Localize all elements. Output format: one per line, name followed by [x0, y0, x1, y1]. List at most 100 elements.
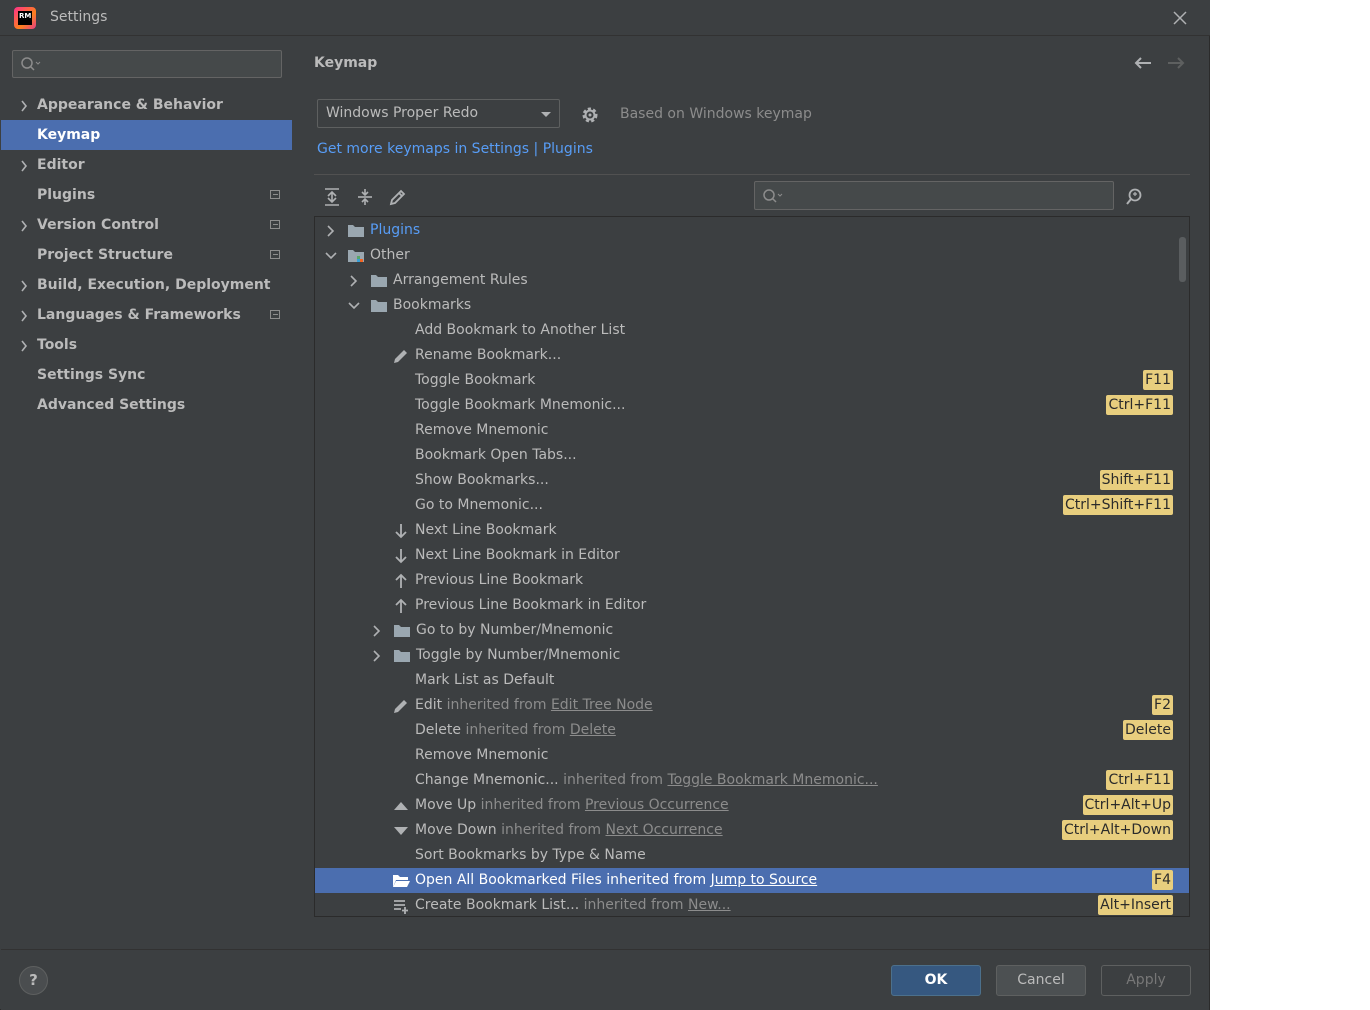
chevron-right-icon[interactable] [20, 220, 28, 232]
tree-action-row[interactable]: Move Down inherited from Next Occurrence… [315, 818, 1189, 843]
tree-action-row[interactable]: Next Line Bookmark [315, 518, 1189, 543]
tree-action-row[interactable]: Toggle Bookmark F11 [315, 368, 1189, 393]
tree-group-row[interactable]: Toggle by Number/Mnemonic [315, 643, 1189, 668]
action-label: Go to by Number/Mnemonic [416, 618, 613, 643]
collapse-all-icon[interactable] [355, 187, 375, 207]
tree-action-row[interactable]: Change Mnemonic... inherited from Toggle… [315, 768, 1189, 793]
chevron-right-icon[interactable] [20, 340, 28, 352]
sidebar-item-settings-sync[interactable]: Settings Sync [1, 360, 292, 390]
sidebar-item-tools[interactable]: Tools [1, 330, 292, 360]
action-name: Mark List as Default [415, 672, 555, 688]
shortcut-badge: F2 [1152, 695, 1173, 715]
inherited-action-link[interactable]: Jump to Source [711, 872, 818, 888]
chevron-down-icon[interactable] [348, 300, 360, 312]
action-name: Open All Bookmarked Files [415, 872, 602, 888]
arrow-down-icon [395, 524, 407, 539]
tree-group-row[interactable]: Arrangement Rules [315, 268, 1189, 293]
tree-action-row[interactable]: Create Bookmark List... inherited from N… [315, 893, 1189, 916]
page-title: Keymap [314, 55, 378, 71]
search-icon [763, 189, 783, 203]
sidebar-search-input[interactable] [12, 50, 282, 78]
action-label: Toggle Bookmark Mnemonic... [415, 393, 625, 418]
tree-action-row[interactable]: Rename Bookmark... [315, 343, 1189, 368]
chevron-right-icon[interactable] [371, 650, 383, 662]
chevron-right-icon[interactable] [20, 280, 28, 292]
tree-action-row[interactable]: Add Bookmark to Another List [315, 318, 1189, 343]
sidebar-item-project-structure[interactable]: Project Structure [1, 240, 292, 270]
tree-action-row[interactable]: Mark List as Default [315, 668, 1189, 693]
action-name: Show Bookmarks... [415, 472, 549, 488]
inherited-action-link[interactable]: Previous Occurrence [585, 797, 729, 813]
sidebar-item-editor[interactable]: Editor [1, 150, 292, 180]
action-name: Toggle Bookmark [415, 372, 536, 388]
cancel-button[interactable]: Cancel [996, 965, 1086, 996]
sidebar-item-advanced-settings[interactable]: Advanced Settings [1, 390, 292, 420]
tree-action-row[interactable]: Show Bookmarks... Shift+F11 [315, 468, 1189, 493]
sidebar-item-plugins[interactable]: Plugins [1, 180, 292, 210]
action-label: Show Bookmarks... [415, 468, 549, 493]
tree-action-row[interactable]: Previous Line Bookmark [315, 568, 1189, 593]
arrow-up-icon [395, 598, 407, 613]
tree-action-row[interactable]: Open All Bookmarked Files inherited from… [315, 868, 1189, 893]
tree-action-row[interactable]: Remove Mnemonic [315, 418, 1189, 443]
chevron-right-icon[interactable] [348, 275, 360, 287]
tree-group-row[interactable]: Other [315, 243, 1189, 268]
triangle-down-icon [394, 827, 408, 835]
keymap-dropdown-value: Windows Proper Redo [326, 105, 479, 121]
tree-action-row[interactable]: Move Up inherited from Previous Occurren… [315, 793, 1189, 818]
keymap-dropdown[interactable]: Windows Proper Redo [317, 99, 560, 128]
action-label: Move Down inherited from Next Occurrence [415, 818, 723, 843]
sidebar-item-keymap[interactable]: Keymap [1, 120, 292, 150]
tree-action-row[interactable]: Remove Mnemonic [315, 743, 1189, 768]
help-button[interactable]: ? [19, 966, 48, 995]
tree-scrollbar-thumb[interactable] [1179, 237, 1186, 282]
tree-action-row[interactable]: Next Line Bookmark in Editor [315, 543, 1189, 568]
sidebar-item-appearance-behavior[interactable]: Appearance & Behavior [1, 90, 292, 120]
gear-icon[interactable] [580, 105, 600, 129]
chevron-right-icon[interactable] [20, 160, 28, 172]
edit-shortcut-icon[interactable] [388, 187, 408, 207]
action-name: Remove Mnemonic [415, 747, 549, 763]
settings-dialog: RM Settings Appearance & Behavior Keymap E… [0, 0, 1210, 1010]
action-label: Bookmarks [393, 293, 471, 318]
sidebar-item-label: Keymap [37, 127, 101, 143]
back-arrow-icon[interactable] [1133, 55, 1153, 75]
tree-action-row[interactable]: Delete inherited from Delete Delete [315, 718, 1189, 743]
tree-action-row[interactable]: Edit inherited from Edit Tree Node F2 [315, 693, 1189, 718]
action-label: Add Bookmark to Another List [415, 318, 625, 343]
tree-group-row[interactable]: Go to by Number/Mnemonic [315, 618, 1189, 643]
chevron-right-icon[interactable] [371, 625, 383, 637]
inherited-action-link[interactable]: Next Occurrence [606, 822, 723, 838]
inherited-action-link[interactable]: Delete [570, 722, 616, 738]
chevron-right-icon[interactable] [20, 310, 28, 322]
inherited-action-link[interactable]: New... [688, 897, 731, 913]
find-by-shortcut-icon[interactable] [1125, 187, 1147, 211]
keymap-action-tree: Plugins Other Arrangement Rules Bookmarks Ad… [314, 216, 1190, 917]
tree-action-row[interactable]: Previous Line Bookmark in Editor [315, 593, 1189, 618]
ok-button[interactable]: OK [891, 965, 981, 996]
apply-button[interactable]: Apply [1101, 965, 1191, 996]
tree-action-row[interactable]: Toggle Bookmark Mnemonic... Ctrl+F11 [315, 393, 1189, 418]
close-icon[interactable] [1168, 6, 1192, 30]
action-label: Next Line Bookmark [415, 518, 557, 543]
inherited-action-link[interactable]: Toggle Bookmark Mnemonic... [667, 772, 877, 788]
inherited-action-link[interactable]: Edit Tree Node [551, 697, 653, 713]
chevron-right-icon[interactable] [325, 225, 337, 237]
action-search-input[interactable] [754, 181, 1114, 210]
forward-arrow-icon[interactable] [1166, 55, 1186, 75]
get-more-keymaps-link[interactable]: Get more keymaps in Settings | Plugins [317, 141, 593, 157]
sidebar-item-version-control[interactable]: Version Control [1, 210, 292, 240]
chevron-right-icon[interactable] [20, 100, 28, 112]
tree-group-row[interactable]: Plugins [315, 218, 1189, 243]
tree-group-row[interactable]: Bookmarks [315, 293, 1189, 318]
tree-action-row[interactable]: Go to Mnemonic... Ctrl+Shift+F11 [315, 493, 1189, 518]
action-name: Edit [415, 697, 443, 713]
sidebar-item-build-execution-deployment[interactable]: Build, Execution, Deployment [1, 270, 292, 300]
sidebar-item-languages-frameworks[interactable]: Languages & Frameworks [1, 300, 292, 330]
action-label: Go to Mnemonic... [415, 493, 543, 518]
action-name: Plugins [370, 222, 421, 238]
expand-all-icon[interactable] [322, 187, 342, 207]
tree-action-row[interactable]: Sort Bookmarks by Type & Name [315, 843, 1189, 868]
chevron-down-icon[interactable] [325, 250, 337, 262]
tree-action-row[interactable]: Bookmark Open Tabs... [315, 443, 1189, 468]
